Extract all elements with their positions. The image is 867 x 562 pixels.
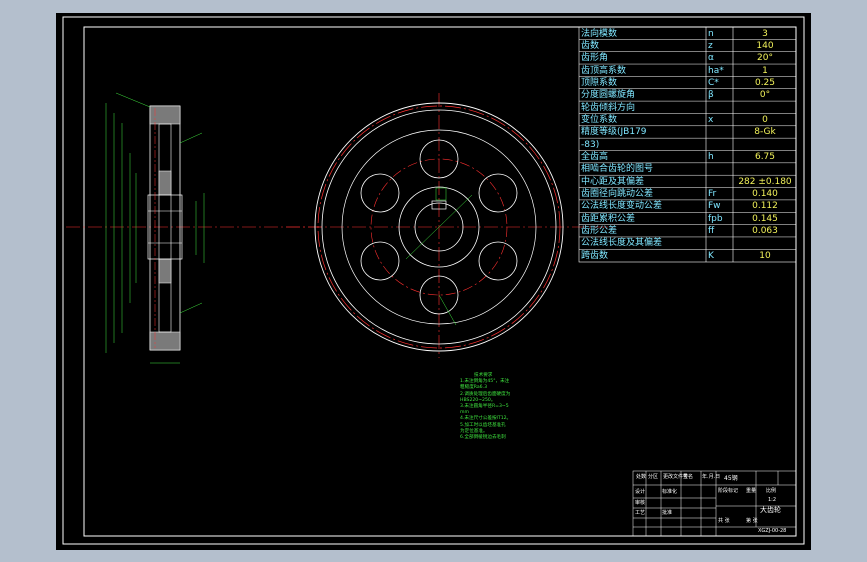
web-top-hatch — [158, 170, 172, 196]
title-block-label: 标准化 — [662, 489, 678, 495]
title-block-label: 第 张 — [746, 518, 758, 524]
param-label: 轮齿倾斜方向 — [581, 102, 636, 113]
param-label: 全齿高 — [581, 152, 609, 162]
param-symbol: z — [708, 40, 713, 51]
technical-notes: 技术要求 1.未注倒角为45°，未注 粗糙度Ra6.3 2.调质处理后齿面硬度为… — [460, 373, 550, 441]
title-block-label: 工艺 — [635, 510, 646, 516]
param-value: 0.140 — [752, 189, 778, 200]
title-block-label: 分区 — [648, 474, 659, 480]
title-block-label: 阶段标记 — [718, 488, 739, 494]
title-block-label: 批准 — [662, 510, 673, 516]
param-label: 齿距累积公差 — [581, 213, 636, 224]
title-block-label: 年.月.日 — [702, 474, 721, 480]
param-value: 282 ±0.180 — [738, 176, 792, 187]
param-value: 6.75 — [754, 152, 776, 162]
param-label: -83) — [581, 139, 600, 150]
param-symbol: ha* — [708, 65, 724, 76]
param-label: 公法线长度及其偏差 — [581, 238, 663, 249]
title-block-scale: 1:2 — [768, 497, 777, 503]
param-label: 变位系数 — [581, 114, 618, 125]
param-value: 0.112 — [752, 201, 778, 212]
param-label: 法向模数 — [581, 28, 618, 39]
param-value: 0° — [759, 90, 771, 101]
title-block-label: 共 张 — [718, 518, 730, 524]
param-label: 公法线长度变动公差 — [581, 201, 663, 212]
param-value: 0.145 — [752, 213, 778, 224]
section-outline — [149, 105, 181, 351]
param-label: 中心距及其偏差 — [581, 176, 645, 187]
param-symbol: Fw — [708, 201, 721, 212]
title-block-label: 审核 — [635, 500, 646, 506]
param-label: 相啮合齿轮的图号 — [581, 164, 654, 175]
param-label: 齿形角 — [581, 53, 609, 64]
title-block-label: 设计 — [635, 489, 646, 495]
param-value: 10 — [759, 250, 771, 261]
title-block-label: 签名 — [683, 474, 694, 480]
param-value: 8-Gk — [754, 127, 776, 138]
param-symbol: α — [708, 53, 714, 64]
param-label: 齿数 — [581, 40, 600, 51]
param-symbol: n — [708, 28, 714, 39]
param-label: 跨齿数 — [581, 250, 609, 261]
param-label: 顶隙系数 — [581, 77, 618, 88]
title-block-label: 处数 — [636, 474, 647, 480]
param-symbol: fpb — [708, 213, 723, 224]
param-value: 3 — [762, 28, 768, 39]
param-symbol: C* — [708, 77, 719, 88]
param-value: 0.063 — [752, 226, 778, 237]
param-value: 140 — [756, 40, 774, 51]
title-block-label: 重量 — [746, 488, 757, 494]
param-value: 0.25 — [754, 77, 776, 88]
rim-bottom-hatch — [149, 331, 181, 351]
param-symbol: K — [708, 250, 714, 261]
param-label: 齿形公差 — [581, 226, 618, 237]
param-value: 20° — [757, 53, 773, 64]
title-block-part-name: 大齿轮 — [760, 506, 781, 514]
param-symbol: Fr — [708, 189, 717, 200]
notes-line: 6.全部倒棱锐边去毛刺 — [460, 435, 506, 441]
param-value: 0 — [762, 114, 768, 125]
web-outline — [158, 123, 172, 333]
param-label: 齿顶高系数 — [581, 65, 627, 76]
param-label: 分度圆螺旋角 — [581, 90, 636, 101]
param-symbol: x — [708, 114, 714, 125]
gear-front-view — [286, 93, 616, 358]
param-symbol: h — [708, 152, 714, 162]
web-bottom-hatch — [158, 258, 172, 284]
title-block-material: 45钢 — [724, 475, 738, 482]
param-symbol: ff — [708, 226, 715, 237]
gear-section-view — [66, 92, 324, 364]
title-block-drawing-no: XGZJ-00-28 — [758, 528, 787, 534]
rim-top-hatch — [149, 105, 181, 125]
drawing-sheet: 法向模数 n 3 齿数 z 140 齿形角 α 20° 齿顶高系数 ha* 1 顶隙系数 C* 0.25 分度… — [56, 13, 811, 550]
param-value: 1 — [762, 65, 768, 76]
title-block-label: 比例 — [766, 488, 777, 494]
param-label: 齿圈径向跳动公差 — [581, 189, 654, 200]
param-symbol: β — [708, 90, 714, 101]
param-label: 精度等级(JB179 — [581, 127, 647, 138]
